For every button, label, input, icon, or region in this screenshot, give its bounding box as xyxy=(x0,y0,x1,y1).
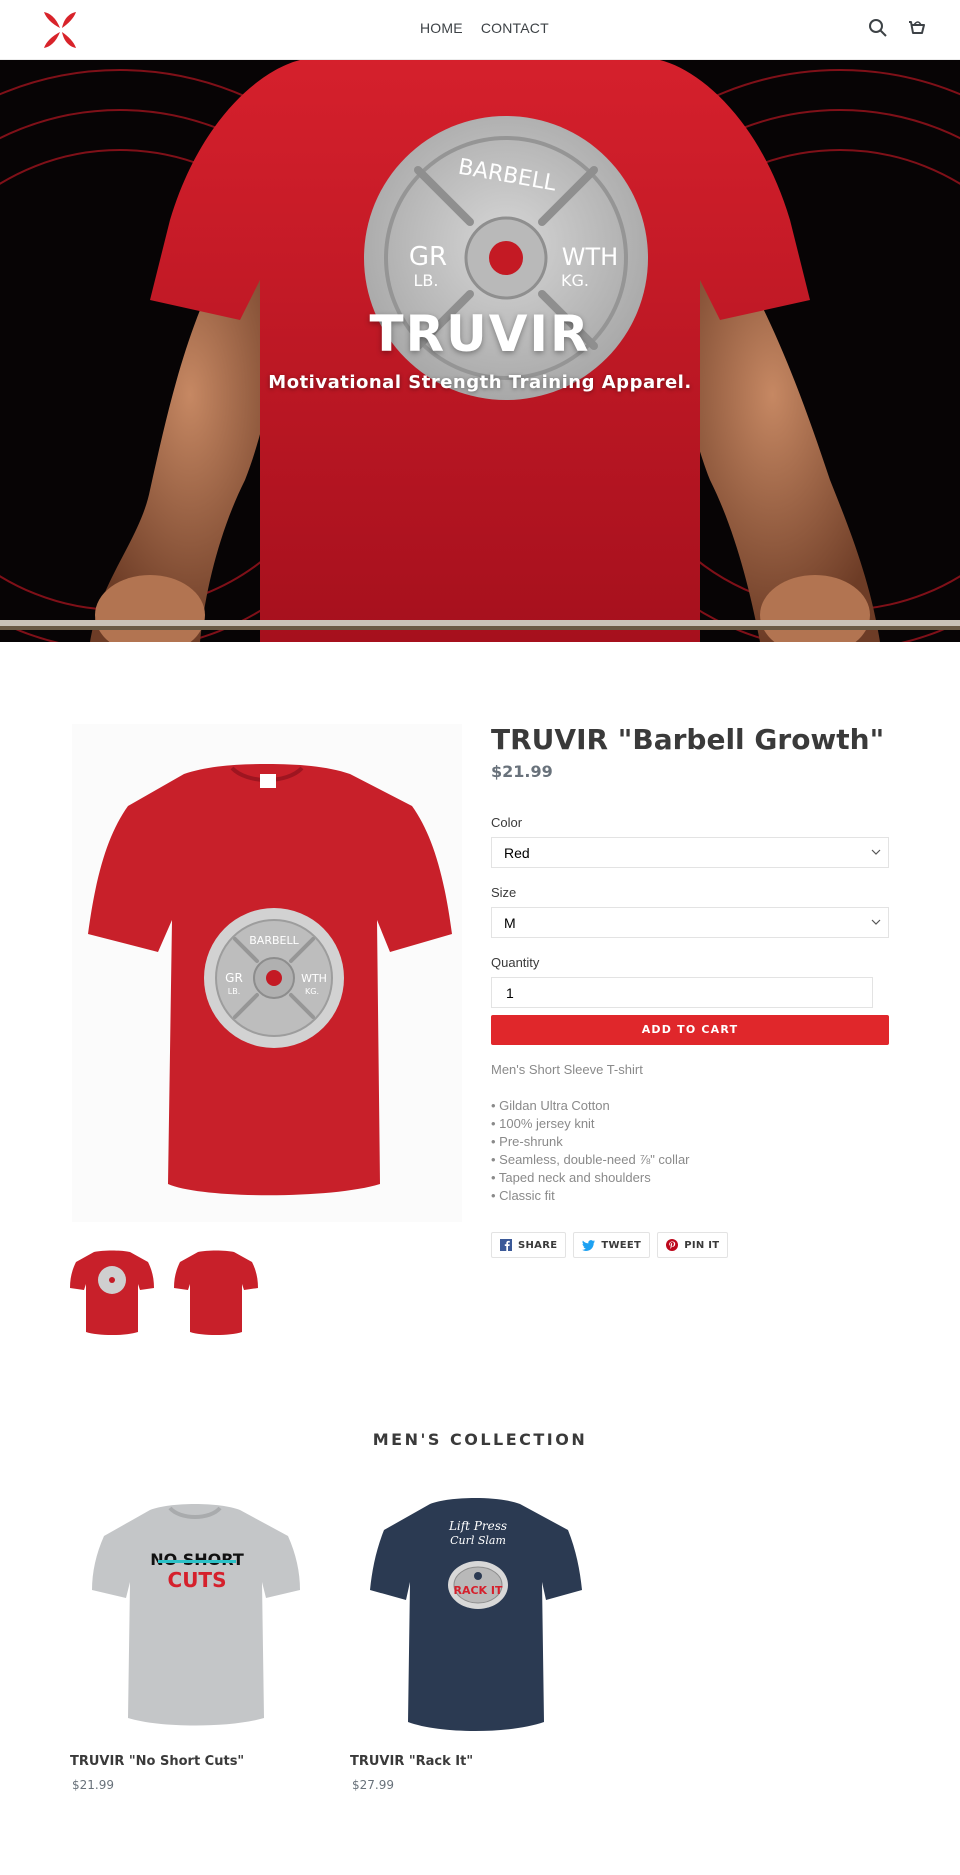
feature-item: • Seamless, double-need ⅞" collar xyxy=(491,1152,690,1167)
nav-home-link[interactable]: HOME xyxy=(420,20,463,36)
hero-plate-right-small: KG. xyxy=(561,271,589,290)
collection-card-rack-it[interactable]: Lift Press Curl Slam RACK IT TRUVIR "Rac… xyxy=(350,1490,600,1793)
feature-item: • Taped neck and shoulders xyxy=(491,1170,651,1185)
quantity-input[interactable]: 1 xyxy=(491,977,873,1008)
product-thumbnail-back[interactable] xyxy=(172,1246,260,1338)
product-features-list: • Gildan Ultra Cotton • 100% jersey knit… xyxy=(491,1097,889,1205)
color-select[interactable]: Red xyxy=(491,837,889,868)
hero-plate-right-big: WTH xyxy=(562,243,618,271)
hero-plate-left-small: LB. xyxy=(414,271,439,290)
size-select-value: M xyxy=(504,915,516,931)
no-short-cuts-print-line1: NO SHORT xyxy=(150,1550,244,1569)
share-facebook-label: SHARE xyxy=(518,1239,558,1251)
product-plate-top-text: BARBELL xyxy=(249,934,299,947)
share-pinterest-label: PIN IT xyxy=(684,1239,720,1251)
product-plate-left-big: GR xyxy=(225,971,243,985)
feature-item: • Classic fit xyxy=(491,1188,555,1203)
no-short-cuts-print-line2: CUTS xyxy=(168,1568,227,1592)
collection-card-price: $21.99 xyxy=(72,1778,114,1792)
pinterest-icon xyxy=(666,1239,679,1251)
hero-plate-left-big: GR xyxy=(409,242,447,272)
rack-it-print-line1: Lift Press xyxy=(448,1519,507,1533)
product-plate-right-small: KG. xyxy=(305,987,319,996)
main-nav: HOME CONTACT xyxy=(420,20,549,36)
add-to-cart-button[interactable]: ADD TO CART xyxy=(491,1015,889,1045)
collection-card-image[interactable]: Lift Press Curl Slam RACK IT xyxy=(350,1490,600,1740)
rack-it-print-line2: Curl Slam xyxy=(450,1534,506,1547)
collection-card-price: $27.99 xyxy=(352,1778,394,1792)
collection-title: MEN'S COLLECTION xyxy=(372,1430,588,1449)
product-title: TRUVIR "Barbell Growth" xyxy=(491,723,885,756)
hero-banner: BARBELL GR LB. WTH KG. TRUVIR Motivation… xyxy=(0,60,960,642)
product-plate-left-small: LB. xyxy=(228,987,241,996)
product-main-image[interactable]: BARBELL GR LB. WTH KG. xyxy=(72,724,462,1222)
site-header: HOME CONTACT xyxy=(0,0,960,60)
product-plate-right-big: WTH xyxy=(301,972,327,985)
product-thumbnail-front[interactable] xyxy=(68,1246,156,1338)
product-info: TRUVIR "Barbell Growth" $21.99 Color Red… xyxy=(491,720,889,1258)
share-twitter-label: TWEET xyxy=(601,1239,642,1251)
rack-it-print-line3: RACK IT xyxy=(453,1584,503,1597)
size-label: Size xyxy=(491,885,517,900)
quantity-label: Quantity xyxy=(491,955,540,970)
search-icon[interactable] xyxy=(868,18,888,38)
color-label: Color xyxy=(491,815,523,830)
share-pinterest-button[interactable]: PIN IT xyxy=(657,1232,729,1258)
collection-card-title[interactable]: TRUVIR "No Short Cuts" xyxy=(70,1753,320,1771)
color-select-value: Red xyxy=(504,845,530,861)
share-twitter-button[interactable]: TWEET xyxy=(573,1232,651,1258)
feature-item: • Pre-shrunk xyxy=(491,1134,563,1149)
hero-title: TRUVIR xyxy=(369,305,591,363)
size-select[interactable]: M xyxy=(491,907,889,938)
hero-subtitle: Motivational Strength Training Apparel. xyxy=(268,372,692,393)
truvir-x-logo[interactable] xyxy=(38,8,82,52)
collection-card-image[interactable]: NO SHORT CUTS xyxy=(70,1490,320,1740)
facebook-icon xyxy=(500,1239,512,1251)
collection-card-no-short-cuts[interactable]: NO SHORT CUTS TRUVIR "No Short Cuts" $21… xyxy=(70,1490,320,1793)
feature-item: • Gildan Ultra Cotton xyxy=(491,1098,610,1113)
header-icons xyxy=(868,18,926,38)
chevron-down-icon xyxy=(871,919,881,925)
social-share-row: SHARE TWEET PIN IT xyxy=(491,1232,889,1258)
chevron-down-icon xyxy=(871,849,881,855)
product-price: $21.99 xyxy=(491,762,553,781)
share-facebook-button[interactable]: SHARE xyxy=(491,1232,567,1258)
feature-item: • 100% jersey knit xyxy=(491,1116,595,1131)
nav-contact-link[interactable]: CONTACT xyxy=(481,20,549,36)
cart-icon[interactable] xyxy=(906,18,926,38)
twitter-icon xyxy=(582,1239,596,1251)
product-description: Men's Short Sleeve T-shirt xyxy=(491,1062,643,1077)
collection-card-title[interactable]: TRUVIR "Rack It" xyxy=(350,1753,600,1771)
